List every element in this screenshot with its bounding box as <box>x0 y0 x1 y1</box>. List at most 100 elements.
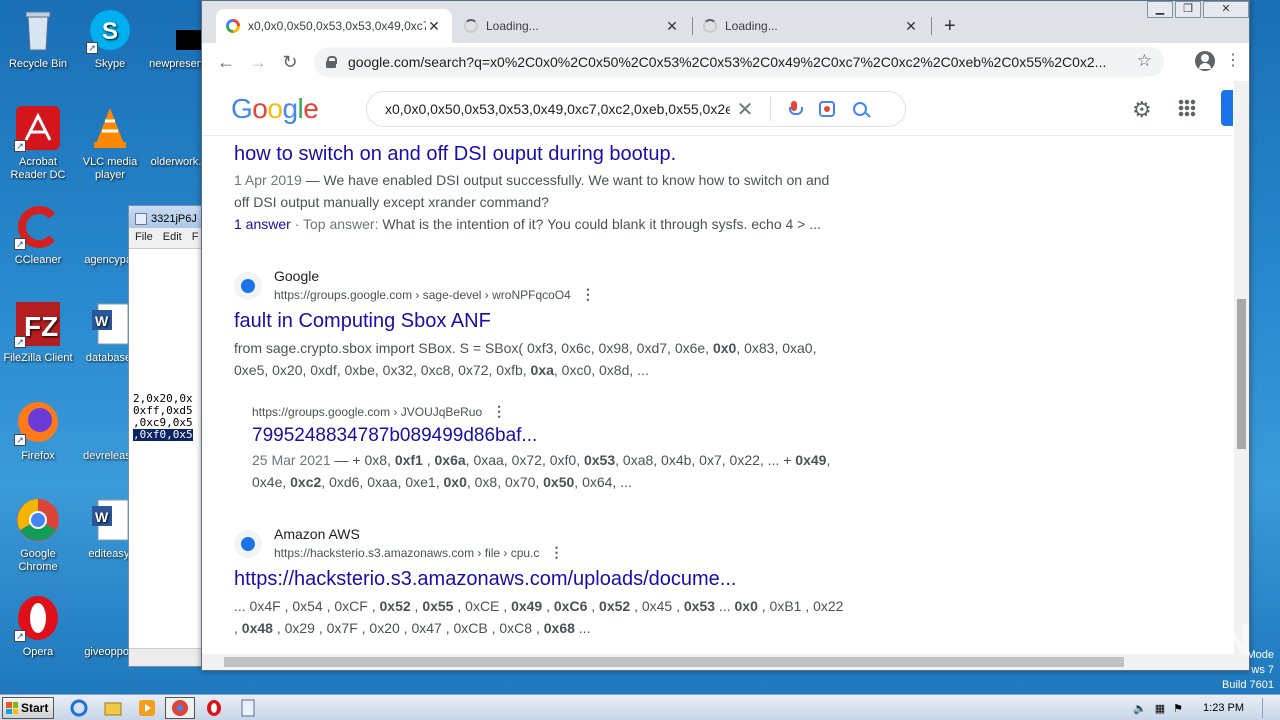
network-icon[interactable]: ▦ <box>1155 702 1165 715</box>
windows-flag-icon <box>6 702 18 714</box>
menu-edit[interactable]: Edit <box>163 231 182 245</box>
menu-format[interactable]: F <box>192 231 199 245</box>
google-logo[interactable]: Google <box>231 93 319 125</box>
result-site-3[interactable]: Amazon AWS https://hacksterio.s3.amazona… <box>234 525 563 562</box>
close-icon[interactable]: ✕ <box>664 18 680 35</box>
result-snippet-text: — We have enabled DSI output successfull… <box>234 172 830 210</box>
forward-arrow-icon[interactable]: → <box>242 52 274 73</box>
scrollbar-thumb[interactable] <box>1237 299 1246 449</box>
tab-loading-2[interactable]: Loading... ✕ <box>693 9 929 43</box>
chrome-window[interactable]: x0,0x0,0x50,0x53,0x53,0x49,0xc7,0xc2,0xe… <box>201 0 1250 671</box>
desktop-icon-chrome[interactable]: Google Chrome <box>0 496 76 574</box>
desktop-icon-skype[interactable]: S ↗ Skype <box>72 6 148 71</box>
gear-icon[interactable]: ⚙ <box>1132 97 1152 123</box>
subresult-url-text: https://groups.google.com › JVOUJqBeRuo <box>252 405 483 419</box>
ie-taskbar-icon[interactable] <box>64 697 94 719</box>
subresult-date: 25 Mar 2021 <box>252 452 331 468</box>
notepad-line-selected: ,0xf0,0x5 <box>133 428 193 441</box>
explorer-taskbar-icon[interactable] <box>98 697 128 719</box>
start-label: Start <box>21 701 49 715</box>
desktop-icon-filezilla[interactable]: FZ ↗ FileZilla Client <box>0 300 76 365</box>
search-icon[interactable] <box>853 102 867 116</box>
desktop-icon-firefox[interactable]: ↗ Firefox <box>0 398 76 463</box>
speaker-icon[interactable]: 🔈 <box>1133 702 1147 715</box>
result-title-3[interactable]: https://hacksterio.s3.amazonaws.com/uplo… <box>234 568 736 591</box>
close-window-button[interactable]: ✕ <box>1203 1 1249 18</box>
result-title-2[interactable]: fault in Computing Sbox ANF <box>234 310 491 333</box>
back-arrow-icon[interactable]: ← <box>210 52 242 73</box>
vertical-scrollbar[interactable] <box>1234 81 1249 654</box>
new-tab-plus-icon[interactable]: + <box>944 15 956 38</box>
minimize-button[interactable]: ▁ <box>1147 1 1173 18</box>
answer-count-link[interactable]: 1 answer <box>234 216 291 232</box>
browser-toolbar: ← → ↻ google.com/search?q=x0%2C0x0%2C0x5… <box>202 43 1249 81</box>
desktop-icon-vlc[interactable]: VLC media player <box>72 104 148 182</box>
site-url-text: https://groups.google.com › sage-devel ›… <box>274 288 571 302</box>
notepad-icon <box>135 213 147 225</box>
firefox-icon: ↗ <box>14 398 62 446</box>
desktop-icon-recycle-bin[interactable]: Recycle Bin <box>0 6 76 71</box>
opera-taskbar-icon[interactable] <box>199 697 229 719</box>
desktop-icon-label: Recycle Bin <box>8 58 68 70</box>
shortcut-arrow-icon: ↗ <box>14 336 26 348</box>
notepad-window[interactable]: 3321jP6J File Edit F 2,0x20,0x 0xff,0xd5… <box>128 205 208 667</box>
sign-in-button[interactable] <box>1221 90 1233 126</box>
menu-file[interactable]: File <box>135 231 153 245</box>
os-info-line: Mode <box>1246 649 1274 661</box>
desktop-icon-label: Firefox <box>21 450 55 462</box>
subresult-title[interactable]: 7995248834787b089499d86baf... <box>252 425 537 447</box>
close-icon[interactable]: ✕ <box>426 18 442 35</box>
google-lens-icon[interactable] <box>819 101 835 117</box>
chrome-taskbar-icon[interactable] <box>165 697 195 719</box>
result-site-2[interactable]: Google https://groups.google.com › sage-… <box>234 267 595 304</box>
desktop-icon-acrobat[interactable]: ↗ Acrobat Reader DC <box>0 104 76 182</box>
search-results-page: Google x0,0x0,0x50,0x53,0x53,0x49,0xc7,0… <box>202 81 1249 654</box>
notepad-title: 3321jP6J <box>151 213 197 225</box>
search-input[interactable]: x0,0x0,0x50,0x53,0x53,0x49,0xc7,0xc2,0xe… <box>385 101 730 117</box>
more-options-icon[interactable]: ⋮ <box>492 403 506 419</box>
google-favicon-icon <box>226 19 240 33</box>
bookmark-star-icon[interactable]: ☆ <box>1137 51 1152 71</box>
notepad-text-area[interactable]: 2,0x20,0x 0xff,0xd5 ,0xc9,0x5 ,0xf0,0x5 <box>129 248 207 648</box>
desktop-icon-label: olderwork. <box>150 156 202 168</box>
vlc-icon <box>86 104 134 152</box>
address-bar[interactable]: google.com/search?q=x0%2C0x0%2C0x50%2C0x… <box>314 47 1164 77</box>
file-icon <box>152 6 216 54</box>
loading-spinner-icon <box>464 19 478 33</box>
tab-loading-1[interactable]: Loading... ✕ <box>454 9 690 43</box>
notepad-taskbar-icon[interactable] <box>233 697 263 719</box>
result-title-1[interactable]: how to switch on and off DSI ouput durin… <box>234 143 676 166</box>
microphone-icon[interactable] <box>789 101 803 117</box>
more-options-icon[interactable]: ⋮ <box>581 286 595 302</box>
divider <box>770 97 771 121</box>
desktop-icon-opera[interactable]: ↗ Opera <box>0 594 76 659</box>
shortcut-arrow-icon: ↗ <box>14 630 26 642</box>
flag-icon[interactable]: ⚑ <box>1173 702 1183 715</box>
profile-avatar-icon[interactable] <box>1195 51 1215 71</box>
word-doc-icon: W <box>86 300 134 348</box>
tab-google-search[interactable]: x0,0x0,0x50,0x53,0x53,0x49,0xc7,0xc2,0xe… <box>216 9 452 43</box>
svg-text:W: W <box>95 313 109 329</box>
result-date: 1 Apr 2019 <box>234 172 302 188</box>
globe-icon <box>234 271 262 300</box>
clock[interactable]: 1:23 PM <box>1203 702 1244 714</box>
scrollbar-thumb[interactable] <box>224 657 1124 667</box>
start-button[interactable]: Start <box>2 697 54 719</box>
more-options-icon[interactable]: ⋮ <box>549 544 563 560</box>
maximize-button[interactable]: ❐ <box>1175 1 1201 18</box>
close-icon[interactable]: ✕ <box>903 18 919 35</box>
file-icon <box>86 202 134 250</box>
show-desktop-button[interactable] <box>1262 698 1272 718</box>
lock-icon <box>326 56 337 68</box>
chrome-menu-icon[interactable]: ⋮ <box>1225 51 1241 71</box>
desktop-icon-ccleaner[interactable]: ↗ CCleaner <box>0 202 76 267</box>
site-url: https://hacksterio.s3.amazonaws.com › fi… <box>274 543 563 562</box>
apps-grid-icon[interactable] <box>1178 99 1196 117</box>
search-box[interactable]: x0,0x0,0x50,0x53,0x53,0x49,0xc7,0xc2,0xe… <box>366 91 906 127</box>
opera-icon: ↗ <box>14 594 62 642</box>
media-player-taskbar-icon[interactable] <box>132 697 162 719</box>
clear-icon[interactable]: ✕ <box>730 97 760 122</box>
reload-icon[interactable]: ↻ <box>274 52 306 73</box>
notepad-horizontal-scrollbar[interactable] <box>129 648 207 666</box>
notepad-titlebar[interactable]: 3321jP6J <box>129 206 207 228</box>
